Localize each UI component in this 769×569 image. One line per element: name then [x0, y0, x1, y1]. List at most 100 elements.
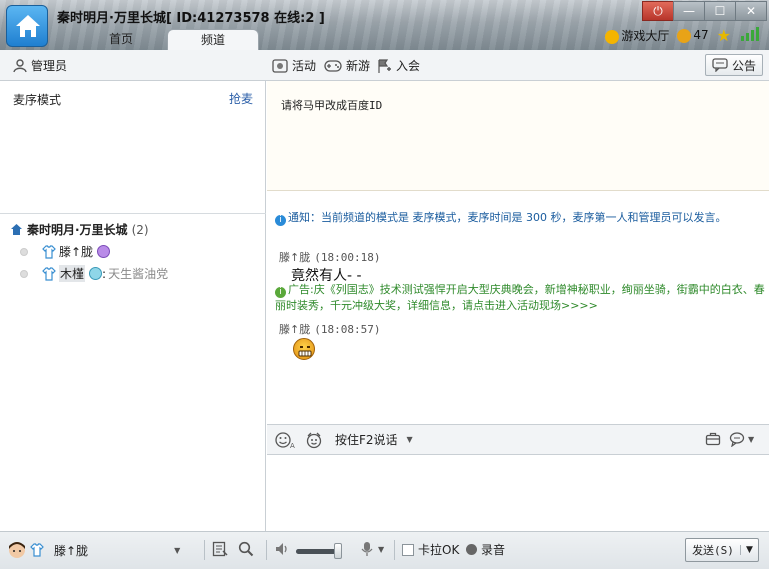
chevron-down-icon: ▼: [174, 545, 181, 555]
tab-home[interactable]: 首页: [75, 29, 167, 50]
chevron-down-icon: ▼: [748, 434, 755, 444]
svg-text:A: A: [290, 442, 295, 449]
channel-name: 秦时明月·万里长城: [27, 223, 128, 237]
gamepad-icon: [324, 59, 342, 72]
title-bar: 秦时明月·万里长城[ ID:41273578 在线:2 ] ⏻ — ☐ ✕ 首页…: [0, 0, 769, 50]
shirt-icon: [42, 266, 56, 281]
mic-mode-label: 麦序模式: [13, 93, 62, 107]
activity-icon: [272, 58, 288, 73]
shirt-icon: [42, 244, 56, 259]
person-icon: [13, 58, 27, 72]
karaoke-toggle[interactable]: 卡拉OK: [402, 541, 459, 558]
window-title: 秦时明月·万里长城[ ID:41273578 在线:2 ]: [57, 11, 325, 26]
toolbox-button[interactable]: [705, 431, 721, 447]
volume-slider[interactable]: [296, 543, 342, 559]
grab-mic-link[interactable]: 抢麦: [229, 90, 253, 107]
message-user[interactable]: 滕↑胧: [279, 251, 310, 264]
toolbox-icon: [705, 432, 721, 446]
diamond-badge-icon: [89, 267, 103, 280]
record-toggle[interactable]: 录音: [466, 541, 505, 558]
home-icon[interactable]: [6, 5, 48, 47]
push-to-talk-selector[interactable]: 按住F2说话 ▼: [335, 431, 413, 448]
emoji-icon: [306, 432, 322, 449]
user-avatar-selector[interactable]: 滕↑胧 ▼: [8, 541, 180, 559]
signal-icon: [739, 27, 761, 44]
list-icon: [212, 541, 228, 557]
grin-emoji-icon: [293, 338, 315, 360]
karaoke-checkbox[interactable]: [402, 543, 414, 556]
chevron-down-icon: ▼: [378, 544, 385, 554]
game-hall-icon: [605, 29, 620, 44]
member-name: 滕↑胧: [59, 245, 94, 259]
speaker-icon: [276, 543, 287, 555]
home-small-icon: [11, 224, 22, 235]
member-suffix-separator: :: [102, 266, 107, 281]
separator: [266, 540, 267, 560]
channel-count: (2): [131, 222, 149, 237]
join-button[interactable]: 入会: [376, 57, 420, 74]
chevron-down-icon[interactable]: ▼: [740, 545, 758, 555]
system-notice: i 通知：当前频道的模式是 麦序模式，麦序时间是 300 秒，麦序第一人和管理员可…: [275, 210, 765, 226]
microphone-button[interactable]: ▼: [360, 541, 384, 557]
tab-channel[interactable]: 频道: [167, 29, 259, 50]
message-time: (18:08:57): [314, 323, 381, 336]
notice-button[interactable]: 公告: [704, 54, 763, 76]
channel-tree-root[interactable]: 秦时明月·万里长城 (2): [10, 221, 149, 238]
emoji-button[interactable]: [305, 431, 323, 449]
channel-toolbar: 管理员 活动 新游 入会 公告: [0, 50, 769, 81]
separator: [204, 540, 205, 560]
coin-count[interactable]: 47: [677, 28, 709, 43]
volume-slider-handle[interactable]: [334, 543, 342, 559]
channel-panel: 麦序模式 抢麦 秦时明月·万里长城 (2) 滕↑胧 木槿 : 天生酱油党: [0, 81, 266, 531]
message-input[interactable]: [267, 455, 769, 531]
coin-icon: [677, 28, 692, 43]
mic-badge-icon: [97, 245, 111, 258]
chat-bubble-icon: [729, 432, 745, 447]
record-icon: [466, 544, 477, 555]
info-icon: i: [275, 215, 286, 226]
message-header: 滕↑胧 (18:00:18): [279, 249, 380, 265]
admin-button[interactable]: 管理员: [13, 57, 67, 74]
chat-options-button[interactable]: ▼: [729, 431, 754, 447]
star-icon[interactable]: ★: [717, 26, 731, 45]
message-time: (18:00:18): [314, 251, 381, 264]
minimize-button[interactable]: —: [673, 1, 705, 21]
member-signature: 天生酱油党: [108, 267, 169, 281]
smiley-font-icon: A: [275, 432, 295, 449]
message-user[interactable]: 滕↑胧: [279, 323, 310, 336]
new-tour-button[interactable]: 新游: [324, 57, 370, 74]
activity-button[interactable]: 活动: [272, 57, 316, 74]
member-item[interactable]: 木槿 : 天生酱油党: [20, 265, 168, 282]
status-dot: [20, 269, 28, 278]
info-icon: i: [275, 287, 286, 298]
close-button[interactable]: ✕: [735, 1, 767, 21]
member-item[interactable]: 滕↑胧: [20, 243, 111, 260]
avatar-icon: [9, 542, 25, 558]
ad-message[interactable]: i 广告:庆《列国志》技术测试强悍开启大型庆典晚会，新增神秘职业，绚丽坐骑，街霸中…: [275, 282, 765, 314]
game-hall-link[interactable]: 游戏大厅: [605, 27, 669, 44]
microphone-icon: [361, 542, 373, 556]
bottom-bar: 滕↑胧 ▼ ▼ 卡拉OK 录音 发送(S) ▼: [0, 531, 769, 569]
panel-divider: [0, 213, 266, 214]
announcement-text: 请将马甲改成百度ID: [281, 99, 383, 112]
member-list-button[interactable]: [212, 541, 228, 557]
power-icon[interactable]: ⏻: [642, 1, 674, 21]
chevron-down-icon: ▼: [406, 435, 413, 444]
message-header: 滕↑胧 (18:08:57): [279, 321, 380, 337]
separator: [394, 540, 395, 560]
shirt-icon: [30, 543, 44, 557]
chat-history[interactable]: i 通知：当前频道的模式是 麦序模式，麦序时间是 300 秒，麦序第一人和管理员可…: [267, 191, 769, 424]
speech-bubble-icon: [712, 58, 728, 72]
current-user-name: 滕↑胧: [54, 543, 89, 558]
status-dot: [20, 247, 28, 256]
input-toolbar: A 按住F2说话 ▼ ▼: [267, 424, 769, 455]
announcement-panel: 请将马甲改成百度ID: [267, 81, 769, 191]
maximize-button[interactable]: ☐: [704, 1, 736, 21]
member-name: 木槿: [59, 265, 86, 282]
search-button[interactable]: [238, 541, 254, 557]
font-button[interactable]: A: [275, 431, 297, 449]
send-button[interactable]: 发送(S) ▼: [685, 538, 759, 562]
flag-add-icon: [378, 58, 391, 73]
speaker-button[interactable]: [274, 541, 290, 557]
search-icon: [238, 541, 254, 557]
